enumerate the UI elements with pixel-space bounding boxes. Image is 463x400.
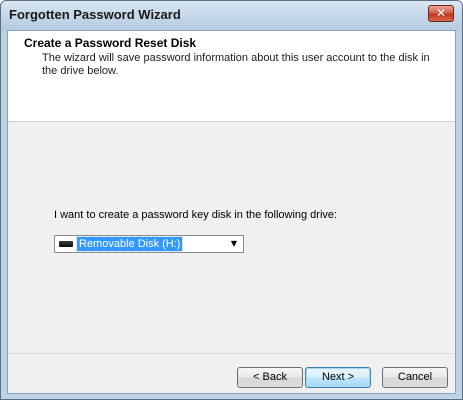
drive-prompt-label: I want to create a password key disk in …: [54, 209, 338, 221]
removable-drive-icon: [59, 241, 73, 247]
drive-select-value: Removable Disk (H:): [75, 236, 184, 252]
page-title: Create a Password Reset Disk: [24, 36, 197, 50]
window-title: Forgotten Password Wizard: [9, 7, 181, 22]
close-icon[interactable]: ✕: [428, 5, 454, 22]
title-bar[interactable]: Forgotten Password Wizard ✕: [1, 1, 462, 31]
chevron-down-icon[interactable]: ▼: [228, 236, 240, 252]
cancel-button[interactable]: Cancel: [382, 367, 448, 388]
wizard-window: Forgotten Password Wizard ✕ Create a Pas…: [0, 0, 463, 400]
drive-select[interactable]: Removable Disk (H:) ▼: [54, 235, 244, 253]
back-button[interactable]: < Back: [237, 367, 303, 388]
wizard-header: Create a Password Reset Disk The wizard …: [8, 31, 455, 122]
page-description: The wizard will save password informatio…: [42, 52, 430, 77]
wizard-body: Create a Password Reset Disk The wizard …: [7, 30, 456, 394]
footer-divider: [8, 353, 455, 354]
next-button[interactable]: Next >: [305, 367, 371, 388]
